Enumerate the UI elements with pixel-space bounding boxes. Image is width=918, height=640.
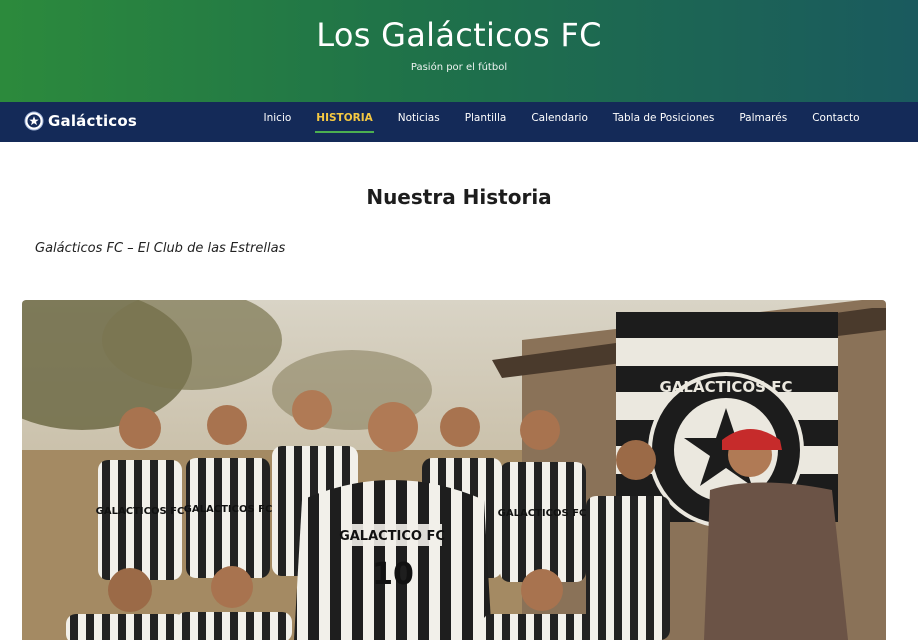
- page-title: Nuestra Historia: [366, 185, 552, 209]
- brand-name: Galácticos: [48, 112, 138, 130]
- nav-item-inicio[interactable]: Inicio: [251, 102, 304, 142]
- captain-number: 10: [372, 557, 414, 592]
- shirt-text: GALACTICOS FC: [498, 508, 587, 519]
- nav-menu: Inicio HISTORIA Noticias Plantilla Calen…: [251, 102, 872, 142]
- nav-item-tabla-posiciones[interactable]: Tabla de Posiciones: [600, 102, 726, 142]
- nav-item-calendario[interactable]: Calendario: [519, 102, 601, 142]
- nav-item-palmares[interactable]: Palmarés: [727, 102, 800, 142]
- team-photo: GALACTICO FC 10 GALACTICOS FC GALACTICOS…: [22, 300, 886, 640]
- flag-text: GALACTICOS FC: [660, 378, 793, 396]
- soccer-ball-star-icon: [24, 111, 44, 131]
- captain-shirt-text: GALACTICO FC: [339, 529, 445, 544]
- nav-item-plantilla[interactable]: Plantilla: [452, 102, 519, 142]
- nav-item-contacto[interactable]: Contacto: [800, 102, 872, 142]
- nav-item-noticias[interactable]: Noticias: [385, 102, 452, 142]
- hero-banner: Los Galácticos FC Pasión por el fútbol: [0, 0, 918, 102]
- site-subtitle: Pasión por el fútbol: [410, 62, 508, 73]
- brand-link[interactable]: Galácticos: [24, 110, 137, 132]
- site-title: Los Galácticos FC: [316, 16, 602, 54]
- club-tagline: Galácticos FC – El Club de las Estrellas: [35, 241, 286, 256]
- nav-item-historia[interactable]: HISTORIA: [304, 102, 385, 142]
- shirt-text: GALACTICOS FC: [96, 506, 185, 517]
- team-photo-illustration: GALACTICO FC 10 GALACTICOS FC GALACTICOS…: [22, 300, 886, 640]
- main-navbar: Galácticos Inicio HISTORIA Noticias Plan…: [0, 102, 918, 142]
- shirt-text: GALACTICOS FC: [184, 504, 273, 515]
